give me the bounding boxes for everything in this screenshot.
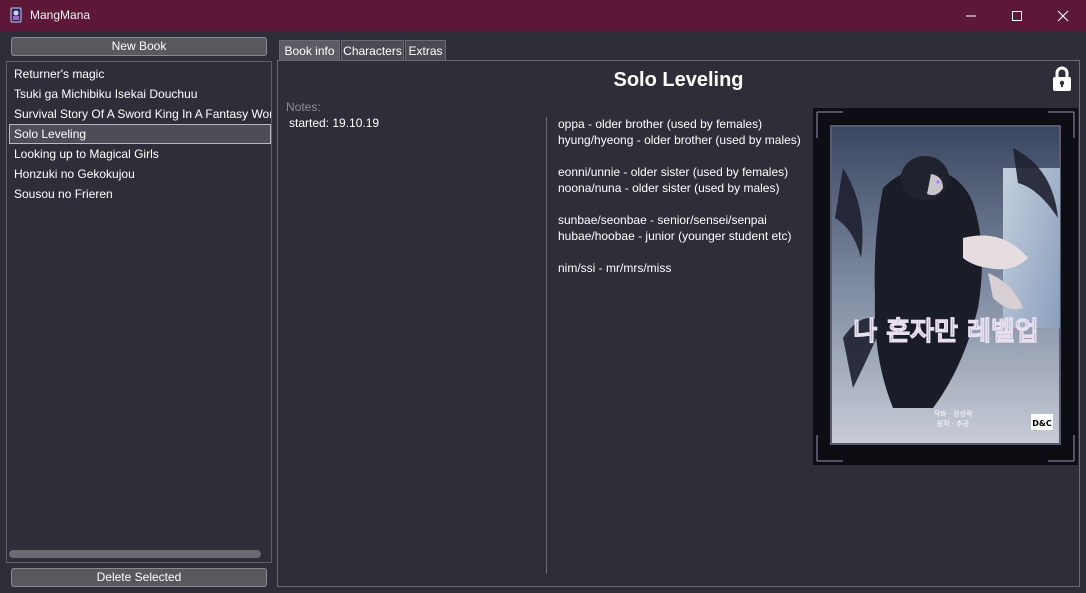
book-list-item-selected[interactable]: Solo Leveling <box>9 124 271 144</box>
cover-title-text: 나 혼자만 레벨업 <box>853 317 1039 347</box>
minimize-icon <box>966 15 976 16</box>
minimize-button[interactable] <box>948 0 994 31</box>
cover-credit-author: 원작 · 추공 <box>937 419 970 428</box>
glossary-line: sunbae/seonbae - senior/sensei/senpai <box>558 213 767 227</box>
lock-icon[interactable] <box>1051 66 1073 92</box>
book-list-item[interactable]: Survival Story Of A Sword King In A Fant… <box>9 104 271 124</box>
book-cover-image: 나 혼자만 레벨업 작화 · 장성락 원작 · 추공 D&C <box>813 108 1078 465</box>
glossary-blank-line <box>558 148 813 164</box>
glossary-line: noona/nuna - older sister (used by males… <box>558 181 780 195</box>
book-list-item[interactable]: Tsuki ga Michibiku Isekai Douchuu <box>9 84 271 104</box>
glossary-text[interactable]: oppa - older brother (used by females) h… <box>558 116 813 276</box>
notes-label: Notes: <box>286 100 321 114</box>
glossary-line: hyung/hyeong - older brother (used by ma… <box>558 133 801 147</box>
book-list-item[interactable]: Sousou no Frieren <box>9 184 271 204</box>
book-list-item[interactable]: Looking up to Magical Girls <box>9 144 271 164</box>
book-title: Solo Leveling <box>613 69 744 91</box>
glossary-line: nim/ssi - mr/mrs/miss <box>558 261 672 275</box>
window-title: MangMana <box>30 8 91 22</box>
glossary-line: hubae/hoobae - junior (younger student e… <box>558 229 792 243</box>
glossary-blank-line <box>558 244 813 260</box>
tab-book-info[interactable]: Book info <box>279 40 340 61</box>
glossary-line: oppa - older brother (used by females) <box>558 117 763 131</box>
book-list-item[interactable]: Honzuki no Gekokujou <box>9 164 271 184</box>
horizontal-scrollbar[interactable] <box>9 550 261 558</box>
title-bar: MangMana <box>0 0 1086 31</box>
column-divider <box>546 117 547 574</box>
maximize-icon <box>1012 10 1022 21</box>
glossary-line: eonni/unnie - older sister (used by fema… <box>558 165 789 179</box>
cover-credit-artist: 작화 · 장성락 <box>934 409 973 418</box>
book-info-panel: Solo Leveling Notes: started: 19.10.19 o… <box>277 60 1080 587</box>
delete-selected-button[interactable]: Delete Selected <box>11 568 267 587</box>
tab-extras[interactable]: Extras <box>405 40 446 61</box>
cover-publisher-logo: D&C <box>1032 419 1052 428</box>
new-book-button[interactable]: New Book <box>11 37 267 56</box>
close-button[interactable] <box>1040 0 1086 31</box>
close-icon <box>1057 10 1069 21</box>
book-list-item[interactable]: Returner's magic <box>9 64 271 84</box>
glossary-blank-line <box>558 196 813 212</box>
tab-characters[interactable]: Characters <box>341 40 404 61</box>
maximize-button[interactable] <box>994 0 1040 31</box>
app-icon <box>10 7 22 23</box>
book-list[interactable]: Returner's magic Tsuki ga Michibiku Isek… <box>6 61 272 563</box>
notes-text[interactable]: started: 19.10.19 <box>289 116 379 130</box>
